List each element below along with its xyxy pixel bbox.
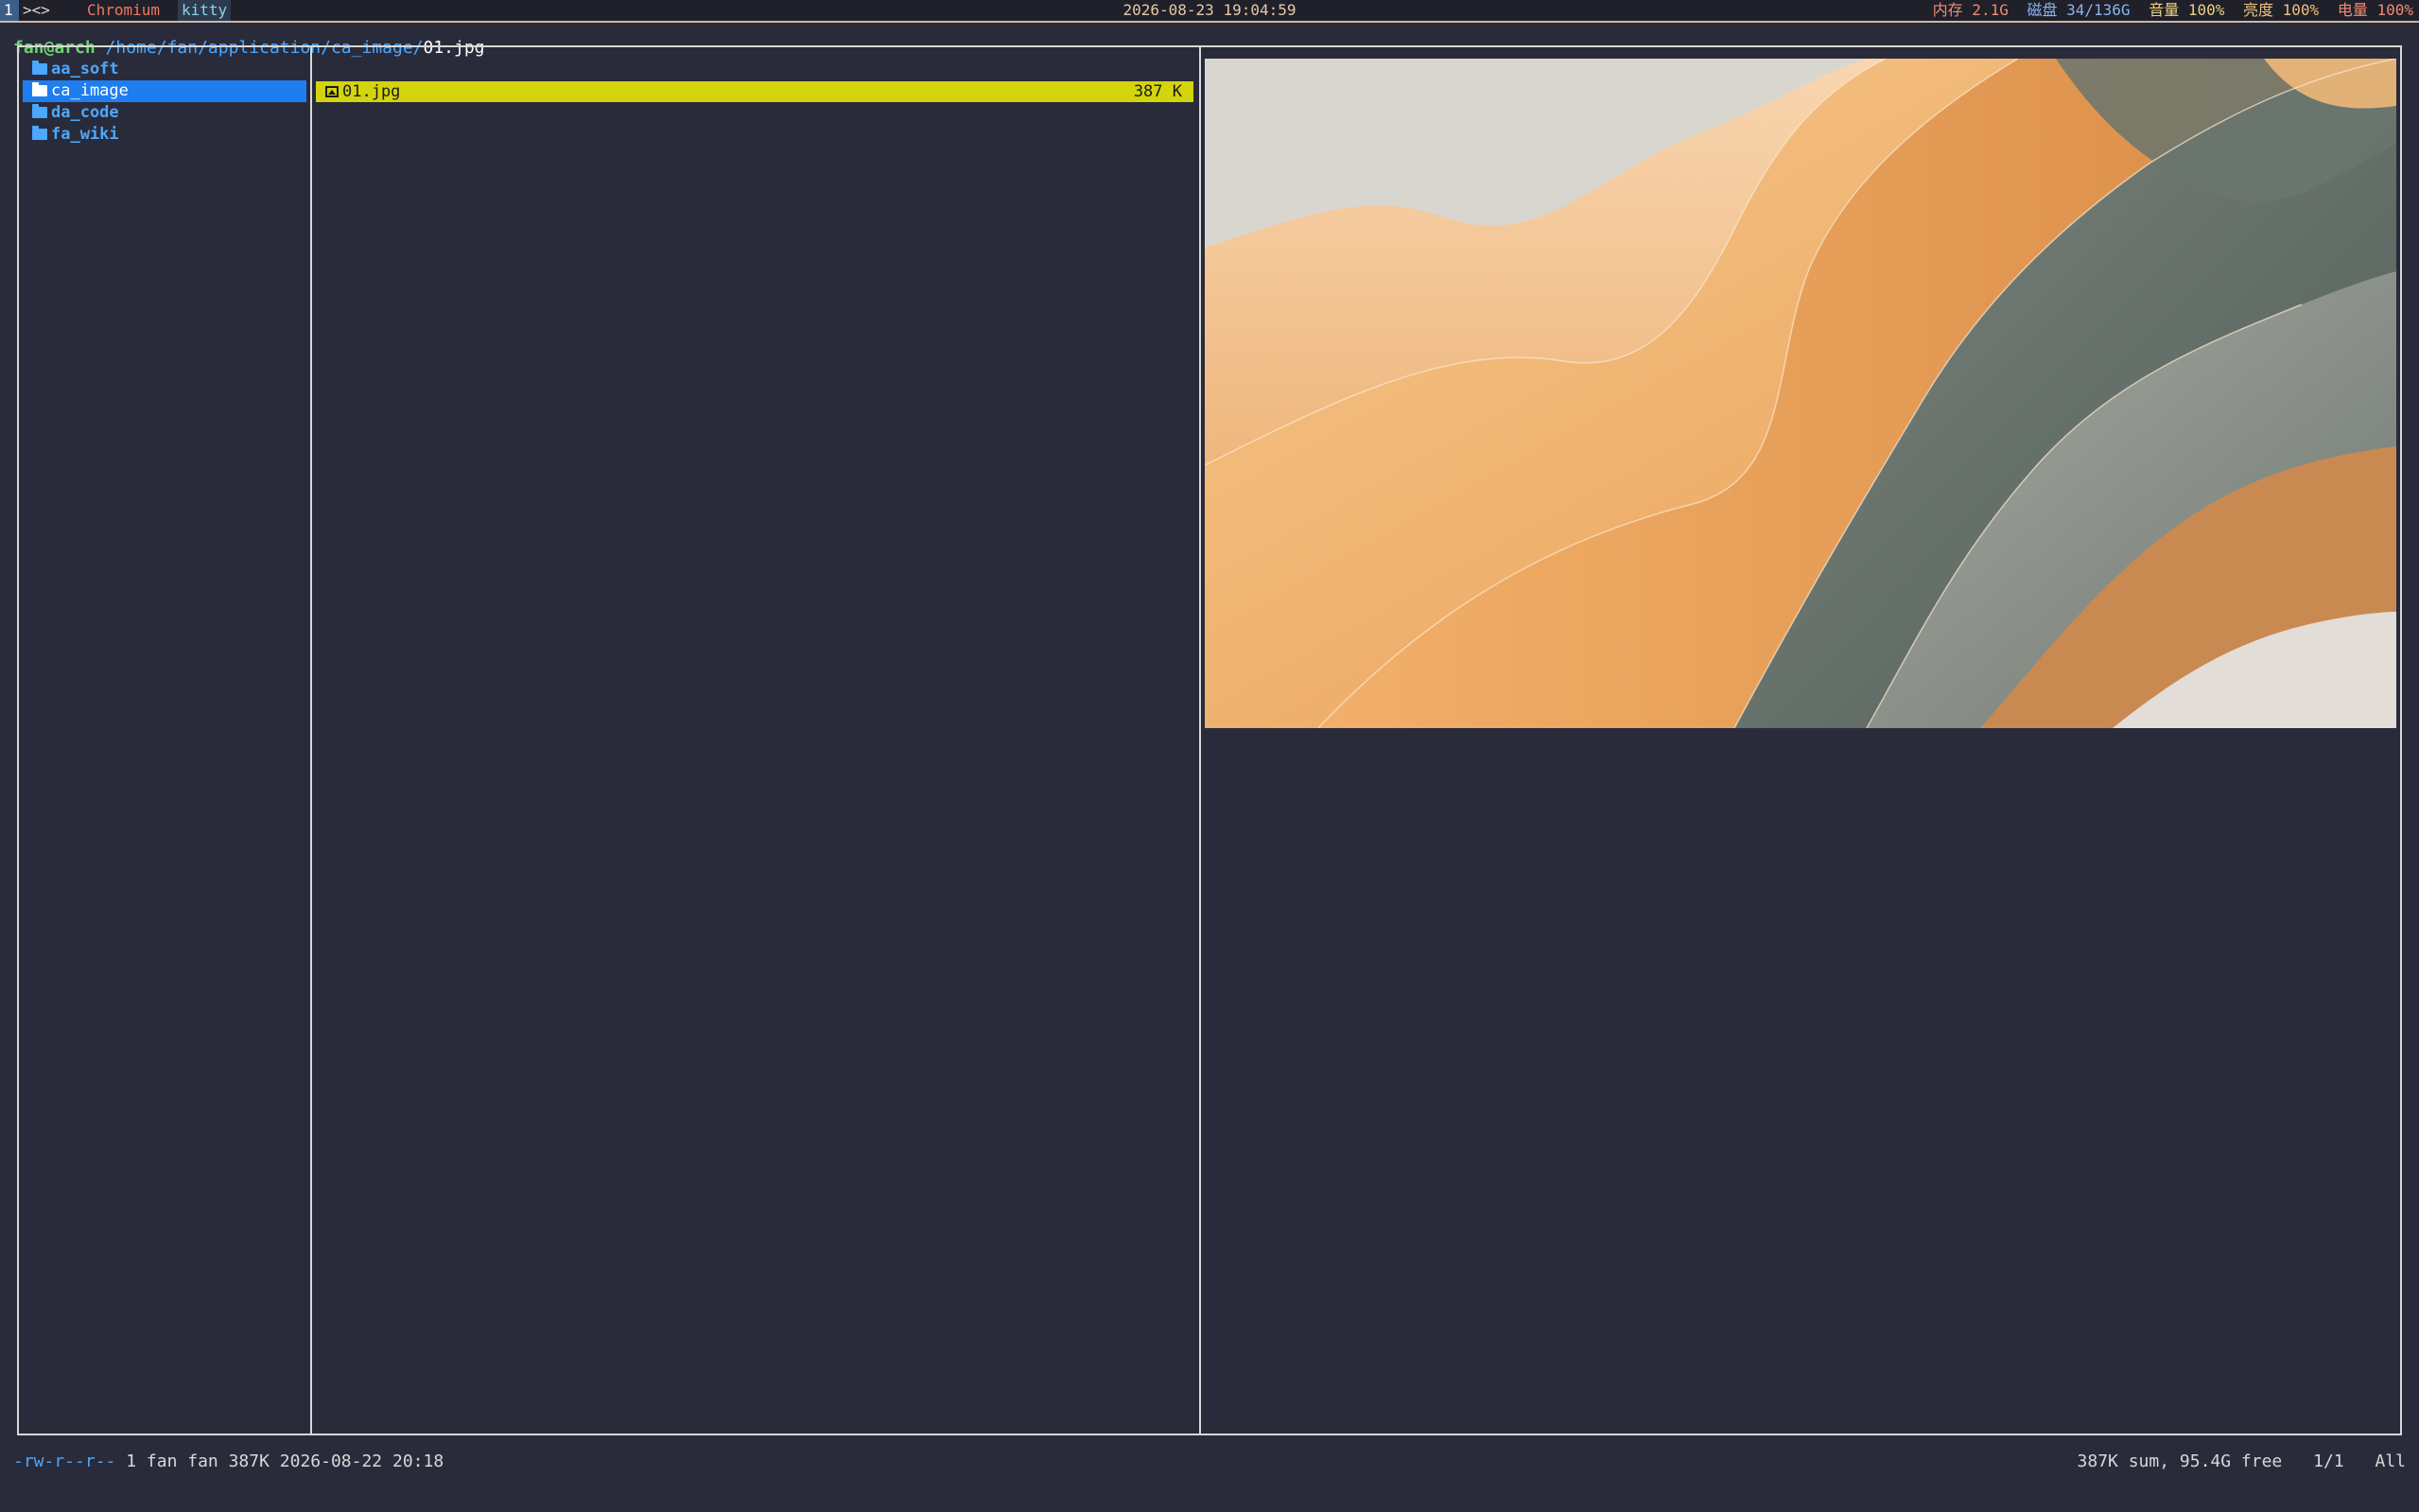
- system-status-bar: 1 ><> Chromium kitty 2026-08-23 19:04:59…: [0, 0, 2419, 21]
- dir-name: fa_wiki: [51, 125, 119, 144]
- dir-item-da_code[interactable]: da_code: [23, 102, 306, 124]
- status-right: 387K sum, 95.4G free 1/1 All: [2057, 1451, 2406, 1473]
- system-info: 内存 2.1G 磁盘 34/136G 音量 100% 亮度 100% 电量 10…: [1923, 0, 2413, 21]
- taskbar-chromium[interactable]: Chromium: [83, 0, 164, 21]
- column-divider: [1199, 45, 1201, 1435]
- column-divider: [310, 45, 312, 1435]
- dir-name: da_code: [51, 103, 119, 122]
- wallpaper-preview-image: [1205, 59, 2396, 728]
- dir-name: aa_soft: [51, 60, 119, 78]
- memory-indicator: 内存 2.1G: [1932, 1, 2009, 19]
- folder-icon: [32, 126, 47, 140]
- current-directory-column: 01.jpg 387 K: [316, 81, 1193, 102]
- ranger-status-line: -rw-r--r-- 1 fan fan 387K 2026-08-22 20:…: [13, 1451, 2406, 1473]
- battery-indicator: 电量 100%: [2337, 1, 2413, 19]
- dir-name: ca_image: [51, 81, 129, 100]
- folder-icon: [32, 104, 47, 118]
- disk-indicator: 磁盘 34/136G: [2027, 1, 2131, 19]
- parent-directory-column: aa_soft ca_image da_code fa_wiki: [23, 59, 306, 146]
- dir-item-fa_wiki[interactable]: fa_wiki: [23, 124, 306, 146]
- scroll-indicator: All: [2375, 1451, 2406, 1471]
- file-name: 01.jpg: [342, 82, 401, 101]
- image-preview: [1205, 59, 2396, 728]
- volume-indicator[interactable]: 音量 100%: [2149, 1, 2224, 19]
- taskbar-kitty[interactable]: kitty: [178, 0, 232, 21]
- layout-indicator[interactable]: ><>: [19, 0, 54, 21]
- file-size: 387 K: [1133, 82, 1182, 101]
- dir-item-aa_soft[interactable]: aa_soft: [23, 59, 306, 80]
- dir-item-ca_image[interactable]: ca_image: [23, 80, 306, 102]
- folder-icon: [32, 61, 47, 75]
- brightness-indicator[interactable]: 亮度 100%: [2243, 1, 2319, 19]
- folder-icon: [32, 82, 47, 96]
- file-permissions: -rw-r--r--: [13, 1451, 116, 1471]
- file-item-01-jpg[interactable]: 01.jpg 387 K: [316, 81, 1193, 102]
- file-info: 1 fan fan 387K 2026-08-22 20:18: [126, 1451, 444, 1471]
- cursor-position: 1/1: [2313, 1451, 2344, 1471]
- image-file-icon: [325, 86, 339, 97]
- workspace-1-button[interactable]: 1: [0, 0, 19, 21]
- disk-summary: 387K sum, 95.4G free: [2077, 1451, 2283, 1471]
